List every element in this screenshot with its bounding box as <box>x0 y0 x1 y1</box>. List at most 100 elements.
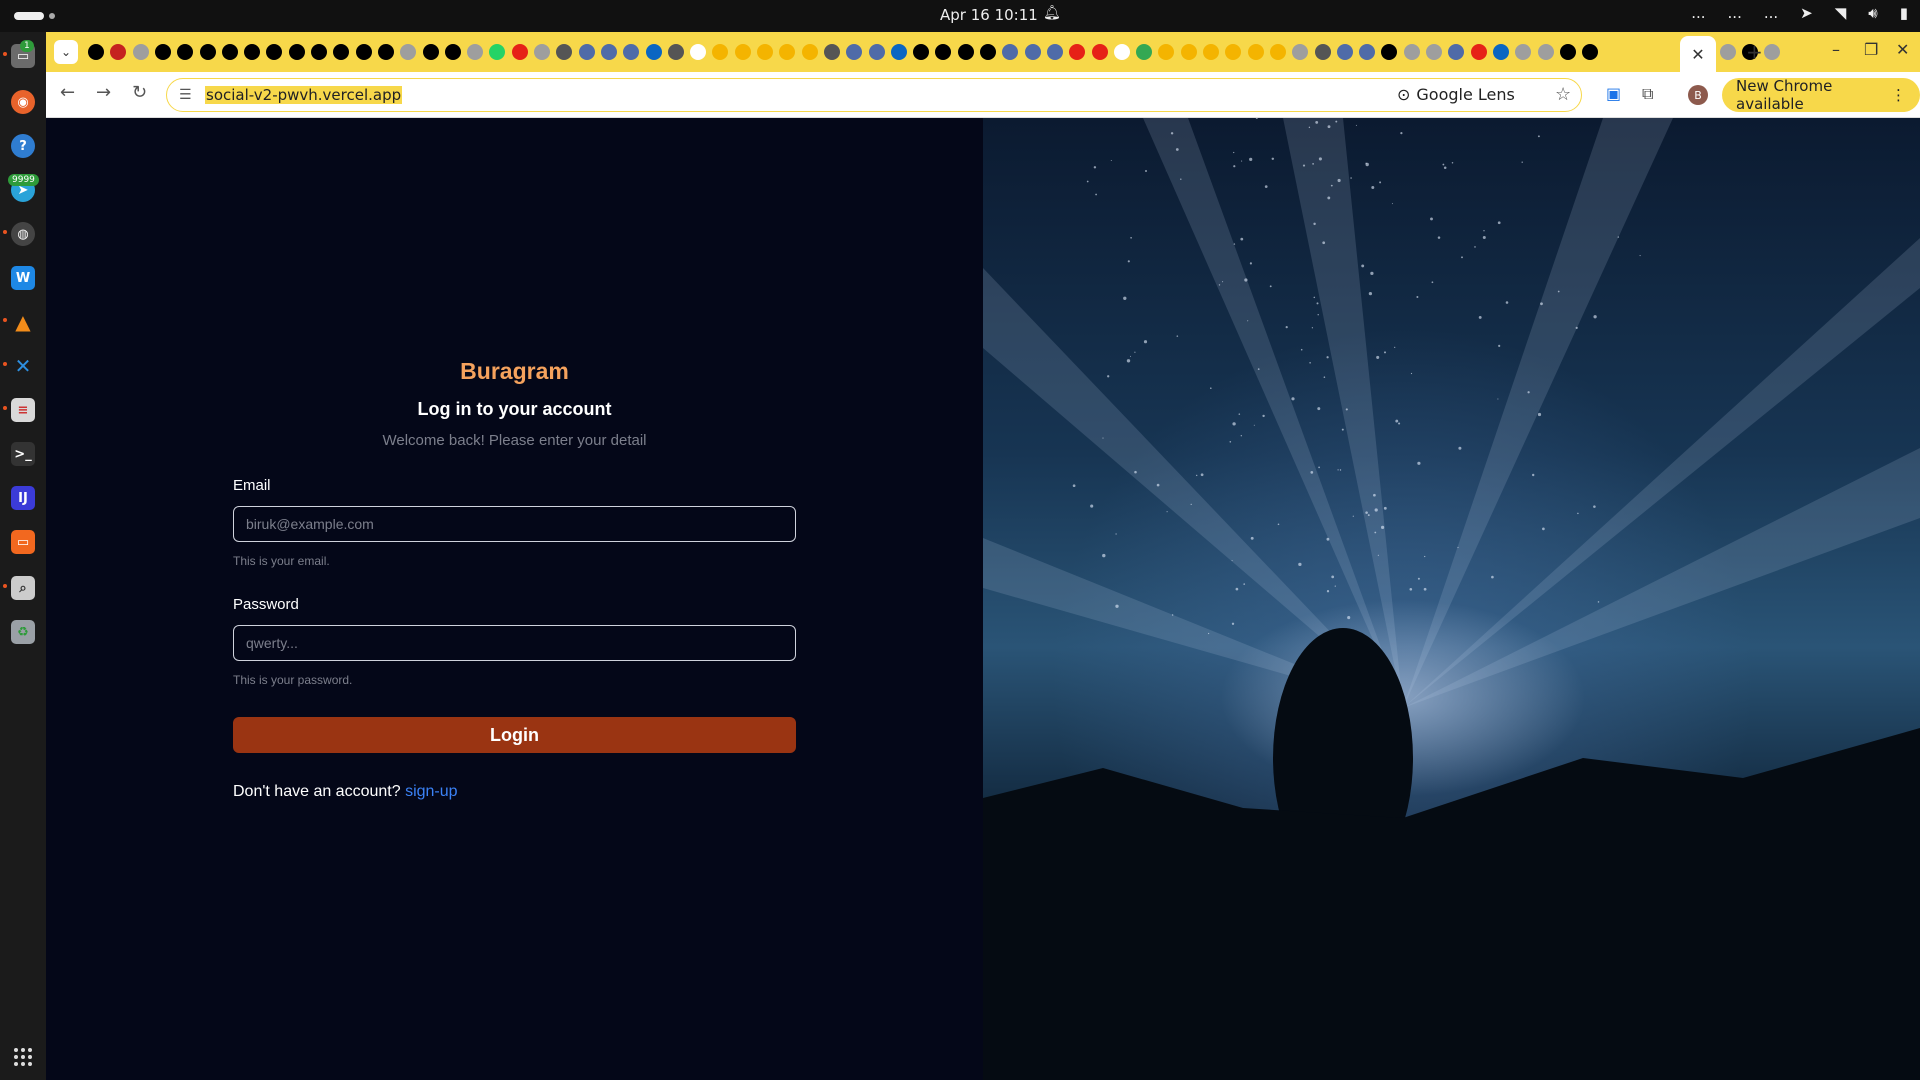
pinned-tab-favicon-icon[interactable] <box>88 44 104 60</box>
close-tab-icon[interactable]: ✕ <box>1691 45 1704 64</box>
pinned-tab-favicon-icon[interactable] <box>868 44 885 60</box>
pinned-tab-favicon-icon[interactable] <box>690 44 707 60</box>
pinned-tab-favicon-icon[interactable] <box>1069 44 1086 60</box>
signup-link[interactable]: sign-up <box>405 783 457 800</box>
pinned-tab-favicon-icon[interactable] <box>467 44 484 60</box>
pinned-tab-favicon-icon[interactable] <box>110 44 127 60</box>
pinned-tab-favicon-icon[interactable] <box>1046 44 1063 60</box>
system-clock[interactable]: Apr 16 10:11 <box>940 6 1038 24</box>
url-text[interactable]: social-v2-pwvh.vercel.app <box>205 86 403 104</box>
pinned-tab-favicon-icon[interactable] <box>1158 44 1175 60</box>
pinned-tab-favicon-icon[interactable] <box>199 44 216 60</box>
pinned-tab-favicon-icon[interactable] <box>712 44 729 60</box>
password-field[interactable] <box>233 625 796 661</box>
pinned-tab-favicon-icon[interactable] <box>890 44 907 60</box>
pinned-tab-favicon-icon[interactable] <box>1559 44 1576 60</box>
trash-icon[interactable]: ♻ <box>11 620 35 644</box>
pinned-tab-favicon-icon[interactable] <box>511 44 528 60</box>
address-bar[interactable]: ☰ social-v2-pwvh.vercel.app ⊙ Google Len… <box>166 78 1582 112</box>
pinned-tab-favicon-icon[interactable] <box>422 44 439 60</box>
pinned-tab-favicon-icon[interactable] <box>578 44 595 60</box>
pinned-tab-favicon-icon[interactable] <box>377 44 394 60</box>
pinned-tab-favicon-icon[interactable] <box>1492 44 1509 60</box>
pinned-tab-favicon-icon[interactable] <box>444 44 461 60</box>
minimize-icon[interactable]: – <box>1832 40 1840 59</box>
pinned-tab-favicon-icon[interactable] <box>244 44 261 60</box>
login-button[interactable]: Login <box>233 717 796 753</box>
pinned-tab-favicon-icon[interactable] <box>1091 44 1108 60</box>
pinned-tab-favicon-icon[interactable] <box>1136 44 1153 60</box>
text-editor-icon[interactable]: ≡ <box>11 398 35 422</box>
wifi-icon[interactable]: ◥ <box>1835 4 1847 22</box>
pinned-tab-favicon-icon[interactable] <box>1359 44 1376 60</box>
pinned-tab-favicon-icon[interactable] <box>1403 44 1420 60</box>
slides-icon[interactable]: ▭ <box>11 530 35 554</box>
pinned-tab-favicon-icon[interactable] <box>1113 44 1130 60</box>
terminal-icon[interactable]: >_ <box>11 442 35 466</box>
pinned-tab-favicon-icon[interactable] <box>779 44 796 60</box>
pinned-tab-favicon-icon[interactable] <box>1720 44 1736 60</box>
workspace-indicator[interactable] <box>49 13 55 19</box>
extension-icon[interactable]: ▣ <box>1606 84 1621 103</box>
extensions-puzzle-icon[interactable]: ⧉ <box>1642 84 1653 104</box>
pinned-tab-favicon-icon[interactable] <box>154 44 171 60</box>
pinned-tab-favicon-icon[interactable] <box>311 44 327 60</box>
screenshot-icon[interactable]: ⌕ <box>11 576 35 600</box>
pinned-tab-favicon-icon[interactable] <box>1292 44 1309 60</box>
pinned-tab-favicon-icon[interactable] <box>177 44 194 60</box>
help-icon[interactable]: ? <box>11 134 35 158</box>
pinned-tab-favicon-icon[interactable] <box>400 44 417 60</box>
pinned-tab-favicon-icon[interactable] <box>1314 44 1331 60</box>
new-chrome-available-button[interactable]: New Chrome available ⋮ <box>1722 77 1920 113</box>
pinned-tab-favicon-icon[interactable] <box>935 44 952 60</box>
pinned-tab-favicon-icon[interactable] <box>1002 44 1019 60</box>
app-grid-icon[interactable] <box>14 1048 32 1066</box>
pinned-tab-favicon-icon[interactable] <box>645 44 662 60</box>
pinned-tab-favicon-icon[interactable] <box>957 44 974 60</box>
pinned-tab-favicon-icon[interactable] <box>1426 44 1442 60</box>
email-field[interactable] <box>233 506 796 542</box>
intellij-icon[interactable]: IJ <box>11 486 35 510</box>
pinned-tab-favicon-icon[interactable] <box>1582 44 1599 60</box>
pinned-tab-favicon-icon[interactable] <box>266 44 283 60</box>
pinned-tab-favicon-icon[interactable] <box>1381 44 1398 60</box>
back-arrow-icon[interactable]: ← <box>60 82 75 103</box>
pinned-tab-favicon-icon[interactable] <box>1225 44 1242 60</box>
active-tab[interactable]: ✕ <box>1680 36 1716 72</box>
pinned-tab-favicon-icon[interactable] <box>1203 44 1219 60</box>
pinned-tab-favicon-icon[interactable] <box>757 44 773 60</box>
chrome-icon[interactable]: ◍ <box>11 222 35 246</box>
pinned-tab-favicon-icon[interactable] <box>221 44 238 60</box>
pinned-tab-favicon-icon[interactable] <box>1515 44 1532 60</box>
pinned-tab-favicon-icon[interactable] <box>489 44 506 60</box>
pinned-tab-favicon-icon[interactable] <box>846 44 863 60</box>
tray-overflow-1[interactable]: ... <box>1691 4 1705 22</box>
pinned-tab-favicon-icon[interactable] <box>913 44 930 60</box>
pinned-tab-favicon-icon[interactable] <box>1024 44 1041 60</box>
restore-icon[interactable]: ❐ <box>1864 40 1878 59</box>
tray-overflow-3[interactable]: ... <box>1764 4 1778 22</box>
reload-icon[interactable]: ↻ <box>132 82 147 103</box>
new-tab-button[interactable]: + <box>1746 40 1763 64</box>
pinned-tab-favicon-icon[interactable] <box>355 44 372 60</box>
forward-arrow-icon[interactable]: → <box>96 82 111 103</box>
firefox-icon[interactable]: ◉ <box>11 90 35 114</box>
pinned-tab-favicon-icon[interactable] <box>333 44 350 60</box>
pinned-tab-favicon-icon[interactable] <box>734 44 751 60</box>
pinned-tab-favicon-icon[interactable] <box>288 44 305 60</box>
profile-avatar[interactable]: B <box>1688 85 1708 105</box>
site-info-icon[interactable]: ☰ <box>179 87 192 103</box>
vlc-icon[interactable]: ▲ <box>11 310 35 334</box>
tray-overflow-2[interactable]: ... <box>1728 4 1742 22</box>
pinned-tab-favicon-icon[interactable] <box>823 44 840 60</box>
pinned-tab-favicon-icon[interactable] <box>1180 44 1197 60</box>
pinned-tab-favicon-icon[interactable] <box>1764 44 1780 60</box>
google-lens-button[interactable]: ⊙ Google Lens <box>1397 85 1515 104</box>
pinned-tab-favicon-icon[interactable] <box>1537 44 1554 60</box>
tab-search-icon[interactable]: ⌄ <box>54 40 78 64</box>
webstorm-icon[interactable]: W <box>11 266 35 290</box>
volume-icon[interactable]: 🔊︎ <box>1868 4 1877 22</box>
pinned-tab-favicon-icon[interactable] <box>801 44 818 60</box>
pinned-tab-favicon-icon[interactable] <box>534 44 550 60</box>
telegram-tray-icon[interactable]: ➤ <box>1800 4 1813 22</box>
